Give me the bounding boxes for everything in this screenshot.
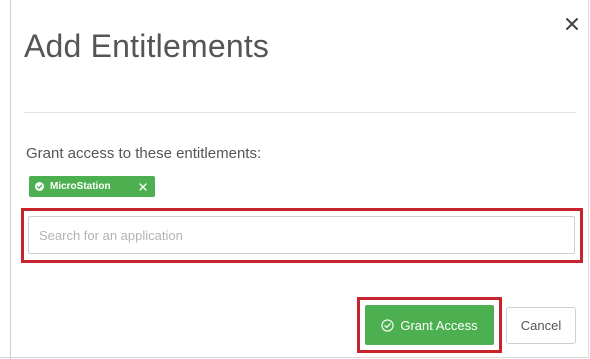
entitlement-tag-label: MicroStation [50, 181, 111, 192]
entitlements-label: Grant access to these entitlements: [26, 145, 262, 162]
cancel-button[interactable]: Cancel [506, 307, 576, 344]
check-circle-icon [35, 182, 44, 191]
close-icon [566, 18, 578, 30]
modal-title: Add Entitlements [24, 28, 270, 64]
search-input[interactable] [28, 216, 575, 254]
entitlement-tag: MicroStation [29, 176, 155, 197]
check-circle-icon [381, 318, 394, 332]
divider [24, 112, 576, 113]
tag-remove-button[interactable] [138, 182, 148, 192]
close-icon [139, 182, 147, 191]
grant-access-button[interactable]: Grant Access [365, 305, 494, 345]
close-button[interactable] [562, 14, 582, 34]
grant-access-label: Grant Access [400, 317, 478, 333]
modal-left-border [10, 0, 11, 359]
